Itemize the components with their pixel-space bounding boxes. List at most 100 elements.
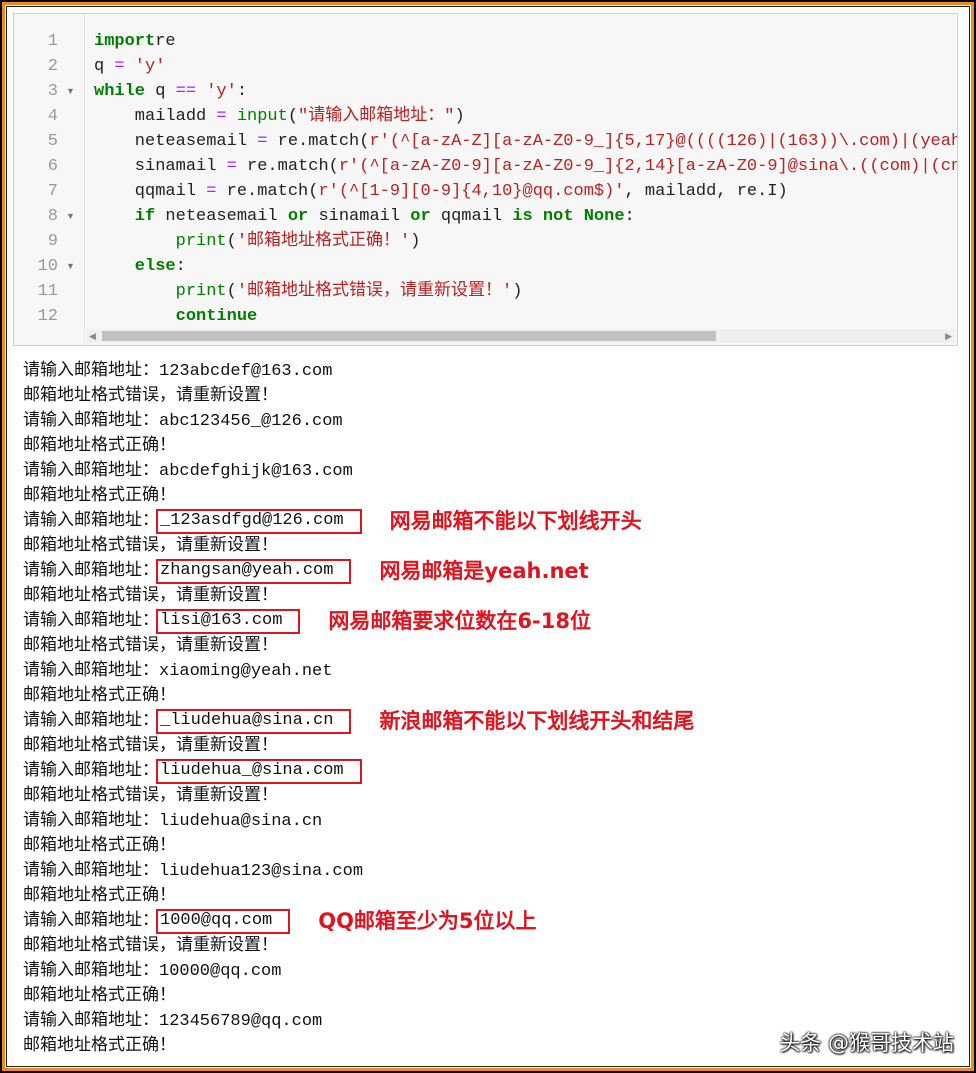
code-token: print — [94, 282, 227, 301]
screenshot-frame: 1 2 3 ▼ 4 5 6 7 8 ▼ 9 10 ▼ 11 12 importre q = 'y' while … — [2, 2, 974, 1071]
output-line: 请输入邮箱地址： lisi@163.com 网易邮箱要求位数在6-18位 — [23, 609, 694, 634]
output-line: 请输入邮箱地址： zhangsan@yeah.com 网易邮箱是yeah.net — [23, 559, 694, 584]
output-line: 邮箱地址格式正确！ — [23, 684, 694, 709]
output-text: 请输入邮箱地址： — [23, 462, 159, 481]
output-line: 请输入邮箱地址： 123abcdef@163.com — [23, 359, 694, 384]
output-line: 邮箱地址格式正确！ — [23, 834, 694, 859]
code-token: ) — [512, 282, 523, 301]
code-token: re.match( — [216, 182, 319, 201]
line-number: 2 — [47, 57, 58, 76]
horizontal-scrollbar[interactable]: ◀ ▶ — [86, 329, 955, 343]
output-text: 请输入邮箱地址： — [23, 412, 159, 431]
code-token: = — [257, 132, 268, 151]
code-token: : — [624, 207, 635, 226]
code-token: ( — [226, 282, 237, 301]
code-line: if neteasemail or sinamail or qqmail is … — [94, 204, 957, 229]
output-line: 邮箱地址格式正确！ — [23, 884, 694, 909]
output-text: 邮箱地址格式正确！ — [23, 887, 176, 906]
code-line: sinamail = re.match(r'(^[a-zA-Z0-9][a-zA… — [94, 154, 957, 179]
output-text: 邮箱地址格式正确！ — [23, 1037, 176, 1056]
highlighted-input-value: _liudehua@sina.cn — [156, 709, 352, 734]
output-text: 请输入邮箱地址： — [23, 662, 159, 681]
code-token: q — [145, 82, 176, 101]
output-text: 邮箱地址格式错误，请重新设置！ — [23, 537, 278, 556]
code-token: else — [94, 257, 176, 276]
annotation: 网易邮箱是yeah.net — [379, 559, 589, 583]
input-value: 123456789@qq.com — [159, 1012, 323, 1031]
output-line: 请输入邮箱地址： 10000@qq.com — [23, 959, 694, 984]
annotation: QQ邮箱至少为5位以上 — [318, 909, 537, 933]
output-line: 请输入邮箱地址： abcdefghijk@163.com — [23, 459, 694, 484]
code-token: continue — [94, 307, 258, 326]
annotation: 网易邮箱要求位数在6-18位 — [328, 609, 591, 633]
line-number: 7 — [47, 182, 58, 201]
output-line: 邮箱地址格式错误，请重新设置！ — [23, 934, 694, 959]
output-text: 邮箱地址格式正确！ — [23, 487, 176, 506]
line-number: 6 — [47, 157, 58, 176]
code-token: mailadd — [94, 107, 217, 126]
code-token: , mailadd, re.I) — [624, 182, 788, 201]
line-number: 1 — [47, 32, 58, 51]
code-line: print('邮箱地址格式错误，请重新设置！') — [94, 279, 957, 304]
code-token: sinamail — [308, 207, 411, 226]
highlighted-input-value: lisi@163.com — [156, 609, 301, 634]
output-line: 请输入邮箱地址： 123456789@qq.com — [23, 1009, 694, 1034]
scrollbar-thumb[interactable] — [102, 331, 716, 341]
output-text: 请输入邮箱地址： — [23, 712, 159, 731]
line-number: 4 — [47, 107, 58, 126]
annotation: 网易邮箱不能以下划线开头 — [389, 509, 642, 533]
output-text: 请输入邮箱地址： — [23, 912, 159, 931]
input-value: liudehua123@sina.com — [159, 862, 364, 881]
highlighted-input-value: _123asdfgd@126.com — [156, 509, 362, 534]
watermark: 头条 @猴哥技术站 — [779, 1031, 954, 1055]
line-number-gutter: 1 2 3 ▼ 4 5 6 7 8 ▼ 9 10 ▼ 11 12 — [14, 14, 85, 345]
output-line: 邮箱地址格式错误，请重新设置！ — [23, 634, 694, 659]
code-token: or — [410, 207, 431, 226]
output-text: 邮箱地址格式错误，请重新设置！ — [23, 737, 278, 756]
cell-output: 请输入邮箱地址： 123abcdef@163.com 邮箱地址格式错误，请重新设置！… — [23, 359, 694, 1059]
code-token: ( — [287, 107, 299, 126]
code-line: importre — [94, 29, 957, 54]
output-text: 请输入邮箱地址： — [23, 862, 159, 881]
highlighted-input-value: 1000@qq.com — [156, 909, 291, 934]
code-token: qqmail — [94, 182, 207, 201]
scroll-left-icon[interactable]: ◀ — [89, 329, 96, 343]
line-number: 5 — [47, 132, 58, 151]
code-line: while q == 'y': — [94, 79, 957, 104]
output-text: 邮箱地址格式错误，请重新设置！ — [23, 937, 278, 956]
code-token: = — [216, 107, 227, 126]
output-text: 邮箱地址格式正确！ — [23, 687, 176, 706]
code-token: neteasemail — [94, 132, 258, 151]
input-value: liudehua@sina.cn — [159, 812, 323, 831]
code-content[interactable]: importre q = 'y' while q == 'y': mailadd =… — [94, 29, 957, 329]
code-token: import — [94, 32, 156, 51]
fold-arrow-icon[interactable]: ▼ — [66, 254, 75, 279]
output-text: 请输入邮箱地址： — [23, 812, 159, 831]
code-token: q — [94, 57, 115, 76]
output-text: 邮箱地址格式错误，请重新设置！ — [23, 787, 278, 806]
output-text: 邮箱地址格式错误，请重新设置！ — [23, 387, 278, 406]
output-line: 邮箱地址格式错误，请重新设置！ — [23, 534, 694, 559]
output-text: 邮箱地址格式正确！ — [23, 837, 176, 856]
code-token: print — [94, 232, 227, 251]
output-line: 请输入邮箱地址： liudehua@sina.cn — [23, 809, 694, 834]
code-token: re.match( — [236, 157, 339, 176]
fold-arrow-icon[interactable]: ▼ — [66, 79, 75, 104]
input-value: 10000@qq.com — [159, 962, 282, 981]
code-token: '邮箱地址格式错误，请重新设置！' — [236, 282, 513, 301]
output-text: 邮箱地址格式错误，请重新设置！ — [23, 587, 278, 606]
code-token: = — [226, 157, 237, 176]
output-line: 请输入邮箱地址： _123asdfgd@126.com 网易邮箱不能以下划线开头 — [23, 509, 694, 534]
scroll-right-icon[interactable]: ▶ — [945, 329, 952, 343]
line-number: 3 — [47, 82, 58, 101]
output-text: 请输入邮箱地址： — [23, 512, 159, 531]
output-text: 请输入邮箱地址： — [23, 612, 159, 631]
code-token: re — [155, 32, 176, 51]
output-text: 邮箱地址格式正确！ — [23, 437, 176, 456]
code-editor[interactable]: 1 2 3 ▼ 4 5 6 7 8 ▼ 9 10 ▼ 11 12 importre q = 'y' while … — [13, 13, 958, 346]
code-token: input — [226, 107, 288, 126]
fold-arrow-icon[interactable]: ▼ — [66, 204, 75, 229]
code-token: == — [175, 82, 197, 101]
code-token: "请输入邮箱地址：" — [298, 107, 455, 126]
code-token: 'y' — [196, 82, 237, 101]
